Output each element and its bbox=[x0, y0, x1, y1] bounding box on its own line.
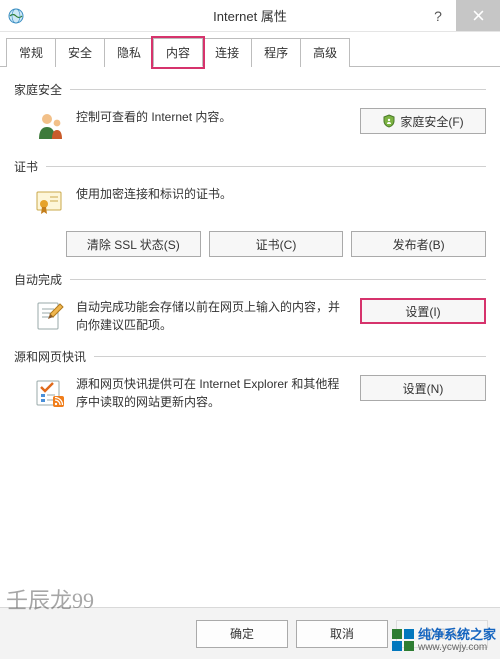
titlebar: Internet 属性 ? bbox=[0, 0, 500, 32]
feeds-button-label: 设置(N) bbox=[403, 380, 444, 397]
clear-ssl-button[interactable]: 清除 SSL 状态(S) bbox=[66, 231, 201, 257]
group-family-safety: 家庭安全 控制可查看的 Internet 内容。 家庭安全(F) bbox=[14, 81, 486, 144]
autocomplete-icon bbox=[32, 298, 68, 334]
family-desc: 控制可查看的 Internet 内容。 bbox=[76, 108, 360, 126]
divider bbox=[46, 166, 486, 167]
ok-button[interactable]: 确定 bbox=[196, 620, 288, 648]
feeds-icon bbox=[32, 375, 68, 411]
group-title-autocomplete: 自动完成 bbox=[14, 271, 70, 288]
divider bbox=[94, 356, 486, 357]
tabstrip: 常规 安全 隐私 内容 连接 程序 高级 bbox=[0, 38, 500, 67]
tab-advanced[interactable]: 高级 bbox=[300, 38, 350, 67]
tab-content[interactable]: 内容 bbox=[153, 38, 203, 67]
family-button-label: 家庭安全(F) bbox=[400, 113, 463, 130]
publishers-button[interactable]: 发布者(B) bbox=[351, 231, 486, 257]
family-safety-icon bbox=[32, 108, 68, 144]
divider bbox=[70, 279, 486, 280]
autocomplete-settings-button[interactable]: 设置(I) bbox=[360, 298, 486, 324]
autocomplete-desc: 自动完成功能会存储以前在网页上输入的内容，并向你建议匹配项。 bbox=[76, 298, 360, 334]
autocomplete-button-label: 设置(I) bbox=[405, 303, 440, 320]
group-title-cert: 证书 bbox=[14, 158, 46, 175]
group-feeds: 源和网页快讯 源和网页快讯提供可在 Internet Explorer bbox=[14, 348, 486, 411]
divider bbox=[70, 89, 486, 90]
group-title-feeds: 源和网页快讯 bbox=[14, 348, 94, 365]
apply-button[interactable]: 应用(A) bbox=[396, 620, 488, 648]
cert-desc: 使用加密连接和标识的证书。 bbox=[76, 185, 486, 203]
tab-connections[interactable]: 连接 bbox=[202, 38, 252, 67]
group-title-family: 家庭安全 bbox=[14, 81, 70, 98]
certificates-button[interactable]: 证书(C) bbox=[209, 231, 344, 257]
content-area: 家庭安全 控制可查看的 Internet 内容。 家庭安全(F) bbox=[0, 67, 500, 411]
shield-icon bbox=[382, 114, 396, 128]
cancel-button[interactable]: 取消 bbox=[296, 620, 388, 648]
tab-security[interactable]: 安全 bbox=[55, 38, 105, 67]
group-certificates: 证书 使用加密连接和标识的证书。 清除 SSL 状态(S) 证书(C) 发布者(… bbox=[14, 158, 486, 257]
dialog-button-bar: 确定 取消 应用(A) bbox=[0, 607, 500, 659]
certificate-icon bbox=[32, 185, 68, 221]
tab-programs[interactable]: 程序 bbox=[251, 38, 301, 67]
window-title: Internet 属性 bbox=[0, 6, 500, 25]
family-safety-button[interactable]: 家庭安全(F) bbox=[360, 108, 486, 134]
feeds-desc: 源和网页快讯提供可在 Internet Explorer 和其他程序中读取的网站… bbox=[76, 375, 360, 411]
feeds-settings-button[interactable]: 设置(N) bbox=[360, 375, 486, 401]
tab-privacy[interactable]: 隐私 bbox=[104, 38, 154, 67]
group-autocomplete: 自动完成 自动完成功能会存储以前在网页上输入的内容，并向你建议匹配项。 设置(I… bbox=[14, 271, 486, 334]
tab-general[interactable]: 常规 bbox=[6, 38, 56, 67]
